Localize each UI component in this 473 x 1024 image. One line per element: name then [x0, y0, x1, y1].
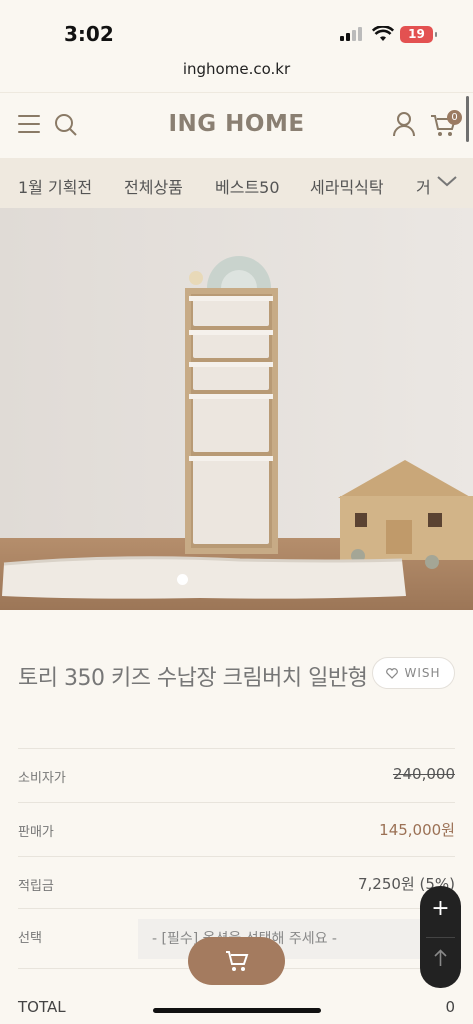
status-time: 3:02 [64, 22, 114, 46]
heart-icon [386, 667, 399, 679]
cart-count-badge: 0 [447, 110, 462, 125]
status-bar: 3:02 19 [0, 0, 473, 60]
site-header: ING HOME [0, 92, 473, 158]
category-nav: 1월 기획전 전체상품 베스트50 세라믹식탁 거 [0, 158, 473, 208]
wish-label: WISH [404, 666, 441, 680]
total-value: 0 [445, 998, 455, 1016]
total-label: TOTAL [18, 998, 66, 1016]
url-text: inghome.co.kr [182, 60, 291, 78]
carousel-dot[interactable] [177, 574, 188, 585]
sale-price-label: 판매가 [18, 825, 54, 840]
nav-item-january-event[interactable]: 1월 기획전 [18, 174, 92, 198]
option-label: 선택 [18, 931, 42, 946]
home-indicator [153, 1008, 321, 1013]
wish-button[interactable]: WISH [372, 657, 455, 689]
product-image[interactable] [0, 208, 473, 610]
retail-price-row: 소비자가 240,000 [18, 748, 455, 802]
add-to-cart-button[interactable] [188, 937, 285, 985]
nav-item-truncated[interactable]: 거 [416, 174, 431, 198]
chevron-down-icon[interactable] [436, 174, 458, 188]
product-photo [0, 208, 473, 610]
sale-price-row: 판매가 145,000원 [18, 802, 455, 856]
plus-icon[interactable]: + [420, 896, 461, 921]
points-label: 적립금 [18, 879, 54, 894]
sale-price-value: 145,000원 [379, 821, 455, 839]
nav-item-all-products[interactable]: 전체상품 [124, 174, 183, 198]
retail-price-label: 소비자가 [18, 771, 66, 786]
arrow-up-icon[interactable] [432, 948, 449, 968]
floating-action-bar: + [420, 886, 461, 988]
scrollbar[interactable] [466, 96, 469, 142]
points-row: 적립금 7,250원 (5%) [18, 856, 455, 910]
battery-icon: 19 [400, 26, 437, 43]
wifi-icon [372, 26, 394, 41]
nav-item-ceramic-table[interactable]: 세라믹식탁 [310, 174, 384, 198]
user-icon[interactable] [392, 111, 416, 137]
address-bar[interactable]: inghome.co.kr [0, 60, 473, 92]
product-title: 토리 350 키즈 수납장 크림버치 일반형 [18, 666, 368, 691]
option-select[interactable]: - [필수] 옵션을 선택해 주세요 - [138, 919, 438, 959]
nav-item-best50[interactable]: 베스트50 [215, 174, 280, 198]
signal-icon [340, 27, 362, 41]
retail-price-value: 240,000 [392, 765, 455, 783]
cart-icon [225, 951, 248, 971]
